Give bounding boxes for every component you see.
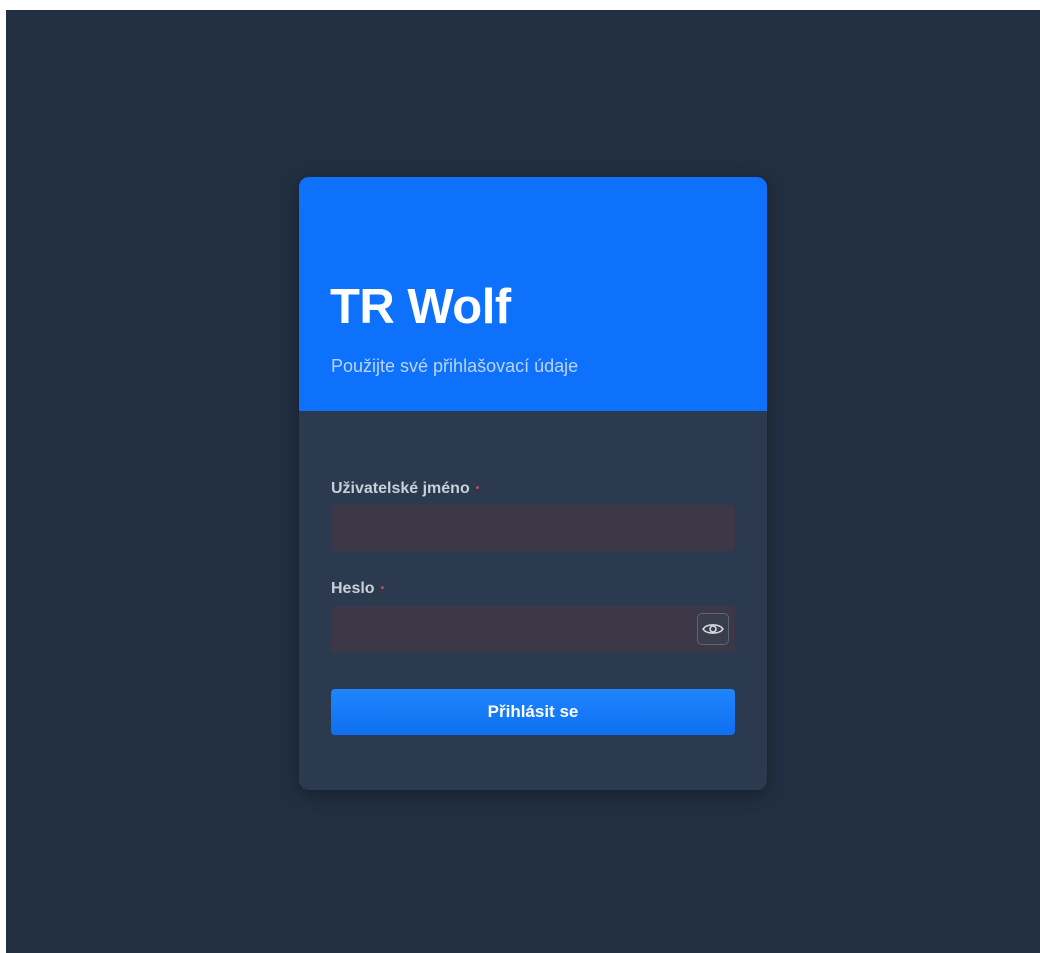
app-title: TR Wolf bbox=[330, 280, 511, 334]
username-required-mark: • bbox=[475, 482, 480, 494]
password-required-mark: • bbox=[380, 582, 385, 594]
password-visibility-toggle[interactable] bbox=[697, 613, 729, 645]
login-header: TR Wolf Použijte své přihlašovací údaje bbox=[299, 177, 767, 411]
password-label: Heslo • bbox=[331, 581, 384, 597]
eye-icon bbox=[702, 624, 724, 634]
login-button[interactable]: Přihlásit se bbox=[331, 689, 735, 735]
username-label-text: Uživatelské jméno bbox=[331, 480, 470, 497]
login-subtitle: Použijte své přihlašovací údaje bbox=[331, 356, 579, 376]
login-card: TR Wolf Použijte své přihlašovací údaje … bbox=[299, 177, 767, 790]
password-label-text: Heslo bbox=[331, 580, 375, 597]
page-background: TR Wolf Použijte své přihlašovací údaje … bbox=[6, 10, 1040, 953]
username-input[interactable] bbox=[331, 505, 735, 551]
username-label: Uživatelské jméno • bbox=[331, 481, 479, 497]
password-input[interactable] bbox=[331, 606, 735, 652]
